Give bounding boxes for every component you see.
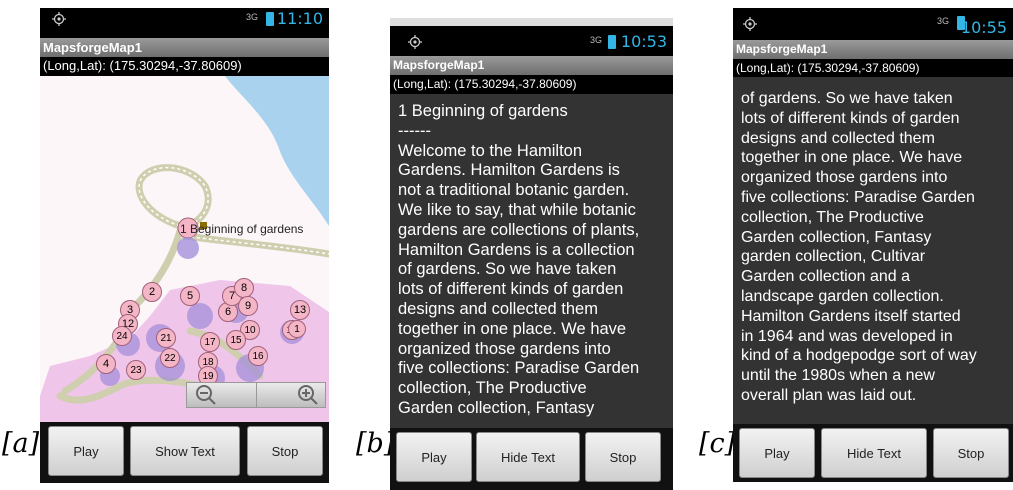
phone-screen-b: 3G 10:53 MapsforgeMap1 (Long,Lat): (175.… <box>390 18 673 490</box>
status-clock: 10:55 <box>960 18 1007 37</box>
map-view[interactable]: 1 Beginning of gardens 2 3 4 5 6 7 8 9 1… <box>40 76 329 422</box>
gps-icon <box>408 35 422 49</box>
button-bar: Play Hide Text Stop <box>390 428 673 490</box>
map-marker[interactable]: 5 <box>180 286 200 306</box>
play-button[interactable]: Play <box>739 428 815 478</box>
map-marker[interactable]: 24 <box>112 326 132 346</box>
gps-icon <box>743 17 757 31</box>
network-3g-icon: 3G <box>937 16 950 26</box>
text-overlay: of gardens. So we have taken lots of dif… <box>733 77 1013 424</box>
app-title: MapsforgeMap1 <box>390 56 673 75</box>
play-button[interactable]: Play <box>396 432 472 482</box>
network-3g-icon: 3G <box>590 35 603 45</box>
coordinates-readout: (Long,Lat): (175.30294,-37.80609) <box>390 75 673 93</box>
text-overlay: 1 Beginning of gardens ------ Welcome to… <box>390 94 673 428</box>
map-marker[interactable]: 8 <box>234 278 254 298</box>
battery-icon <box>608 35 616 49</box>
map-marker[interactable]: 2 <box>142 282 162 302</box>
figure-label-c: [c] <box>699 428 736 459</box>
map-marker[interactable]: 4 <box>96 354 116 374</box>
map-marker[interactable]: 23 <box>126 360 146 380</box>
status-bar: 3G 10:53 <box>390 26 673 56</box>
hide-text-button[interactable]: Hide Text <box>821 428 927 478</box>
status-clock: 10:53 <box>620 32 667 51</box>
poi-label: 1 Beginning of gardens <box>180 222 304 236</box>
map-canvas <box>40 76 329 422</box>
map-view: 1 Beginning of gardens ------ Welcome to… <box>390 94 673 428</box>
figure-label-a: [a] <box>2 428 40 459</box>
phone-screen-c: 3G 10:55 MapsforgeMap1 (Long,Lat): (175.… <box>733 8 1013 482</box>
status-bar: 3G 10:55 <box>733 8 1013 38</box>
app-title: MapsforgeMap1 <box>733 40 1013 59</box>
play-button[interactable]: Play <box>48 426 124 476</box>
map-view: of gardens. So we have taken lots of dif… <box>733 77 1013 424</box>
story-text: of gardens. So we have taken lots of dif… <box>741 90 977 404</box>
map-marker[interactable]: 17 <box>200 332 220 352</box>
zoom-in-icon <box>298 385 318 405</box>
lake-area <box>225 76 329 226</box>
story-text: 1 Beginning of gardens ------ Welcome to… <box>398 102 640 417</box>
button-bar: Play Show Text Stop <box>40 422 329 483</box>
map-marker[interactable]: 16 <box>248 346 268 366</box>
coordinates-readout: (Long,Lat): (175.30294,-37.80609) <box>40 57 329 75</box>
hide-text-button[interactable]: Hide Text <box>476 432 580 482</box>
show-text-button[interactable]: Show Text <box>130 426 240 476</box>
coordinates-readout: (Long,Lat): (175.30294,-37.80609) <box>733 59 1013 77</box>
zoom-in-button[interactable] <box>257 383 325 407</box>
stop-button[interactable]: Stop <box>247 426 323 476</box>
battery-icon <box>266 12 274 26</box>
map-marker[interactable]: 15 <box>226 330 246 350</box>
phone-screen-a: 3G 11:10 MapsforgeMap1 (Long,Lat): (175.… <box>40 8 329 483</box>
map-marker[interactable]: 22 <box>160 348 180 368</box>
button-bar: Play Hide Text Stop <box>733 424 1013 482</box>
status-bar: 3G 11:10 <box>40 8 329 30</box>
zoom-out-icon <box>196 385 216 405</box>
gps-icon <box>52 12 66 26</box>
map-marker[interactable]: 21 <box>156 328 176 348</box>
status-clock: 11:10 <box>276 9 323 28</box>
app-title: MapsforgeMap1 <box>40 38 329 57</box>
zoom-controls <box>186 382 326 408</box>
figure-label-b: [b] <box>356 428 395 459</box>
map-marker[interactable]: 13 <box>290 300 310 320</box>
network-3g-icon: 3G <box>246 12 259 22</box>
map-marker[interactable]: 1 <box>288 320 306 338</box>
map-marker[interactable]: 9 <box>238 296 258 316</box>
stop-button[interactable]: Stop <box>585 432 661 482</box>
zoom-out-button[interactable] <box>187 383 257 407</box>
stop-button[interactable]: Stop <box>933 428 1009 478</box>
